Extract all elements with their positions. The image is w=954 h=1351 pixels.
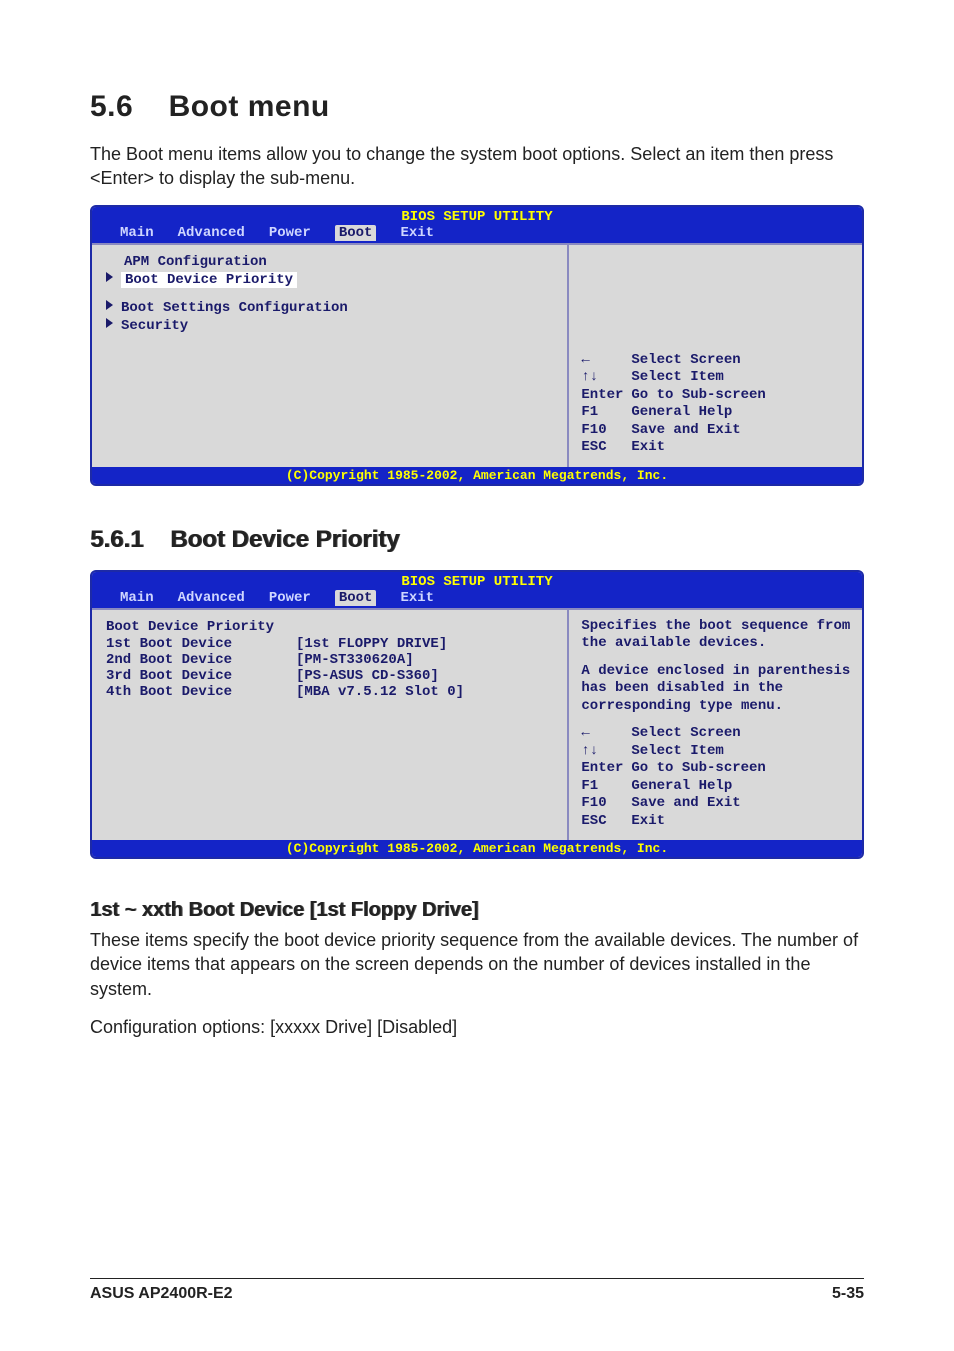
bios-nav-help: ← Select Screen ↑↓ Select Item Enter Go to …	[581, 725, 852, 830]
field-config-options: Configuration options: [xxxxx Drive] [Di…	[90, 1015, 864, 1039]
key-f1: F1	[581, 404, 625, 422]
bios-copyright: (C)Copyright 1985-2002, American Megatre…	[92, 840, 862, 857]
setting-value: [PS-ASUS CD-S360]	[296, 668, 439, 684]
nav-label: Exit	[631, 813, 665, 831]
help-paragraph: Specifies the boot sequence from the ava…	[581, 618, 852, 653]
bios-screen-boot-device-priority: BIOS SETUP UTILITY Main Advanced Power B…	[90, 570, 864, 860]
bios-help-text: Specifies the boot sequence from the ava…	[581, 618, 852, 716]
footer-product: ASUS AP2400R-E2	[90, 1285, 233, 1303]
footer-page-number: 5-35	[832, 1285, 864, 1303]
tab-power[interactable]: Power	[269, 225, 311, 241]
item-label: Security	[121, 318, 188, 334]
submenu-arrow-icon	[106, 272, 113, 282]
setting-label: 1st Boot Device	[106, 636, 296, 652]
help-paragraph: A device enclosed in parenthesis has bee…	[581, 663, 852, 716]
field-heading: 1st ~ xxth Boot Device [1st Floppy Drive…	[90, 899, 864, 922]
nav-label: Select Screen	[631, 352, 740, 370]
section-heading: 5.6 Boot menu	[90, 90, 864, 124]
bios-right-panel: Specifies the boot sequence from the ava…	[569, 608, 862, 841]
field-description: These items specify the boot device prio…	[90, 928, 864, 1001]
bios-tab-bar: Main Advanced Power Boot Exit	[92, 590, 862, 606]
nav-label: Select Screen	[631, 725, 740, 743]
bios-title: BIOS SETUP UTILITY	[92, 209, 862, 225]
nav-label: Save and Exit	[631, 422, 740, 440]
bios-title: BIOS SETUP UTILITY	[92, 574, 862, 590]
setting-label: 4th Boot Device	[106, 684, 296, 700]
key-f1: F1	[581, 778, 625, 796]
subsection-heading: 5.6.1 Boot Device Priority	[90, 526, 864, 554]
bios-right-panel: ← Select Screen ↑↓ Select Item Enter Go to …	[569, 243, 862, 467]
setting-4th-boot-device[interactable]: 4th Boot Device [MBA v7.5.12 Slot 0]	[106, 684, 555, 700]
setting-1st-boot-device[interactable]: 1st Boot Device [1st FLOPPY DRIVE]	[106, 636, 555, 652]
item-apm-configuration[interactable]: APM Configuration	[106, 253, 555, 271]
key-enter: Enter	[581, 387, 625, 405]
bios-nav-help: ← Select Screen ↑↓ Select Item Enter Go to …	[581, 352, 852, 457]
item-security[interactable]: Security	[106, 317, 555, 335]
arrow-left-icon: ←	[581, 352, 625, 370]
tab-main[interactable]: Main	[120, 225, 154, 241]
nav-label: Exit	[631, 439, 665, 457]
nav-label: Go to Sub-screen	[631, 760, 765, 778]
arrow-updown-icon: ↑↓	[581, 369, 625, 387]
bios-left-panel: APM Configuration Boot Device Priority B…	[92, 243, 569, 467]
key-esc: ESC	[581, 439, 625, 457]
setting-label: 2nd Boot Device	[106, 652, 296, 668]
selected-item-label: Boot Device Priority	[121, 272, 297, 288]
setting-value: [1st FLOPPY DRIVE]	[296, 636, 447, 652]
tab-main[interactable]: Main	[120, 590, 154, 606]
page-footer: ASUS AP2400R-E2 5-35	[90, 1278, 864, 1303]
bios-left-panel: Boot Device Priority 1st Boot Device [1s…	[92, 608, 569, 841]
arrow-left-icon: ←	[581, 725, 625, 743]
submenu-arrow-icon	[106, 300, 113, 310]
submenu-arrow-icon	[106, 318, 113, 328]
tab-boot[interactable]: Boot	[335, 225, 377, 241]
nav-label: Go to Sub-screen	[631, 387, 765, 405]
section-description: The Boot menu items allow you to change …	[90, 142, 864, 191]
subsection-number: 5.6.1	[90, 526, 143, 553]
key-f10: F10	[581, 795, 625, 813]
nav-label: Select Item	[631, 743, 723, 761]
nav-label: General Help	[631, 404, 732, 422]
tab-exit[interactable]: Exit	[400, 225, 434, 241]
bios-tab-bar: Main Advanced Power Boot Exit	[92, 225, 862, 241]
bios-header: BIOS SETUP UTILITY Main Advanced Power B…	[92, 207, 862, 243]
nav-label: Select Item	[631, 369, 723, 387]
nav-label: Save and Exit	[631, 795, 740, 813]
nav-label: General Help	[631, 778, 732, 796]
bios-copyright: (C)Copyright 1985-2002, American Megatre…	[92, 467, 862, 484]
key-f10: F10	[581, 422, 625, 440]
tab-exit[interactable]: Exit	[400, 590, 434, 606]
key-enter: Enter	[581, 760, 625, 778]
section-number: 5.6	[90, 90, 133, 123]
tab-power[interactable]: Power	[269, 590, 311, 606]
tab-advanced[interactable]: Advanced	[178, 225, 245, 241]
item-boot-device-priority[interactable]: Boot Device Priority	[106, 271, 555, 289]
item-label: Boot Settings Configuration	[121, 300, 348, 316]
arrow-updown-icon: ↑↓	[581, 743, 625, 761]
tab-advanced[interactable]: Advanced	[178, 590, 245, 606]
subsection-title: Boot Device Priority	[170, 526, 399, 553]
tab-boot[interactable]: Boot	[335, 590, 377, 606]
setting-label: 3rd Boot Device	[106, 668, 296, 684]
setting-value: [PM-ST330620A]	[296, 652, 414, 668]
section-title-text: Boot menu	[169, 90, 330, 123]
setting-3rd-boot-device[interactable]: 3rd Boot Device [PS-ASUS CD-S360]	[106, 668, 555, 684]
item-boot-settings-configuration[interactable]: Boot Settings Configuration	[106, 299, 555, 317]
key-esc: ESC	[581, 813, 625, 831]
panel-heading: Boot Device Priority	[106, 618, 555, 636]
setting-value: [MBA v7.5.12 Slot 0]	[296, 684, 464, 700]
bios-header: BIOS SETUP UTILITY Main Advanced Power B…	[92, 572, 862, 608]
setting-2nd-boot-device[interactable]: 2nd Boot Device [PM-ST330620A]	[106, 652, 555, 668]
bios-screen-boot-menu: BIOS SETUP UTILITY Main Advanced Power B…	[90, 205, 864, 486]
